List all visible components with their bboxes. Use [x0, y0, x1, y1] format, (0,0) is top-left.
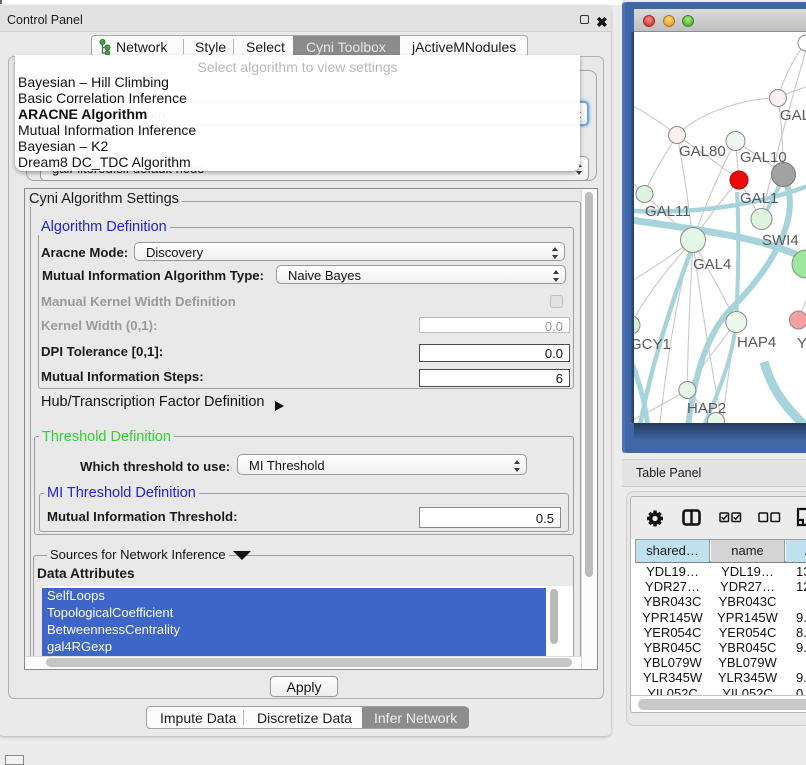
svg-text:SWI4: SWI4 — [762, 232, 799, 249]
svg-text:GAL: GAL — [780, 107, 806, 124]
svg-text:Y: Y — [797, 335, 806, 352]
svg-text:GAL4: GAL4 — [693, 256, 731, 273]
svg-text:HAP2: HAP2 — [687, 400, 726, 417]
svg-text:GAL80: GAL80 — [679, 143, 726, 160]
svg-text:GAL11: GAL11 — [645, 203, 691, 220]
svg-text:GCY1: GCY1 — [634, 336, 671, 353]
svg-text:GAL10: GAL10 — [740, 149, 787, 166]
svg-text:GAL1: GAL1 — [740, 190, 778, 207]
svg-text:HAP4: HAP4 — [737, 334, 776, 351]
